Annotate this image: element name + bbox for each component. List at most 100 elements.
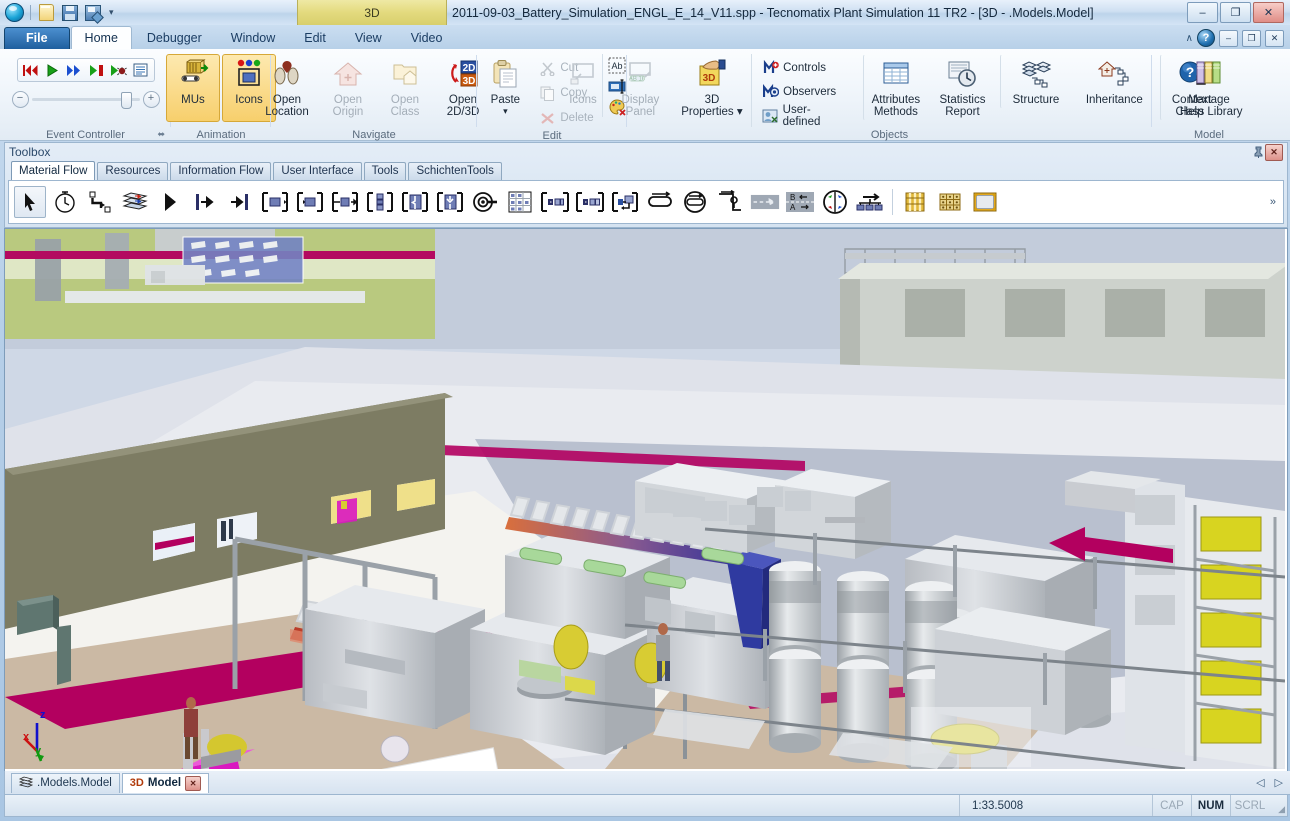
save-button[interactable] [60, 3, 79, 22]
toolbox-tab-tools[interactable]: Tools [364, 162, 407, 180]
parallel-proc-tool[interactable] [364, 186, 396, 218]
event-list-button[interactable] [131, 61, 151, 79]
ribbon-tab-view[interactable]: View [341, 27, 396, 49]
debug-bug-button[interactable] [109, 61, 129, 79]
attributes-methods-button[interactable]: AttributesMethods [863, 54, 930, 121]
document-tab-models-model[interactable]: .Models.Model [11, 773, 120, 793]
inheritance-button[interactable]: Inheritance [1074, 54, 1154, 109]
tab-nav-prev-button[interactable]: ◁ [1256, 776, 1264, 789]
sorter-tool[interactable] [539, 186, 571, 218]
single-proc-tool[interactable] [329, 186, 361, 218]
toolbox-tab-schichtentools[interactable]: SchichtenTools [408, 162, 501, 180]
toolbox-panel: Toolbox ✕ Material Flow Resources Inform… [4, 142, 1288, 228]
new-document-button[interactable] [37, 3, 56, 22]
user-defined-button[interactable]: User-defined [758, 105, 850, 127]
container-tool[interactable] [899, 186, 931, 218]
speed-increase-button[interactable]: + [143, 91, 160, 108]
controls-button[interactable]: Controls [758, 57, 850, 79]
assembly-station-tool[interactable] [399, 186, 431, 218]
two-lane-track-tool[interactable] [679, 186, 711, 218]
paste-dropdown-icon[interactable]: ▾ [503, 105, 508, 117]
close-button[interactable]: ✕ [1253, 2, 1284, 23]
mus-toggle-button[interactable]: MUs [166, 54, 220, 122]
toolbox-overflow-button[interactable]: » [1270, 196, 1278, 208]
3d-scene[interactable]: 3 Cathode Coating [5, 229, 1287, 771]
statistics-report-button[interactable]: StatisticsReport [931, 54, 994, 121]
pallet-tool[interactable] [934, 186, 966, 218]
pin-icon[interactable] [1251, 145, 1265, 159]
structure-button[interactable]: Structure [1000, 54, 1072, 109]
icons-panel-button[interactable]: Icons [556, 54, 610, 109]
toolbox-close-button[interactable]: ✕ [1265, 144, 1283, 161]
source-tool[interactable] [259, 186, 291, 218]
angular-converter-tool[interactable] [714, 186, 746, 218]
fast-forward-button[interactable] [65, 61, 85, 79]
child-restore-button[interactable]: ❐ [1242, 30, 1261, 47]
tab-nav-next-button[interactable]: ▷ [1275, 776, 1283, 789]
restore-button[interactable]: ❐ [1220, 2, 1251, 23]
open-class-button[interactable]: OpenClass [378, 54, 432, 121]
speed-knob[interactable] [121, 92, 132, 109]
qat-dropdown-icon[interactable]: ▾ [106, 7, 117, 18]
turntable-tool[interactable] [609, 186, 641, 218]
display-panel-button[interactable]: AB 10 DisplayPanel [612, 54, 669, 121]
entity-tool[interactable] [854, 186, 886, 218]
step-button[interactable] [87, 61, 107, 79]
window-tab-3d[interactable]: 3D [297, 0, 447, 25]
flow-control-tool[interactable]: BA [784, 186, 816, 218]
buffer-tool[interactable] [504, 186, 536, 218]
dismantle-station-tool[interactable] [434, 186, 466, 218]
open-origin-button[interactable]: OpenOrigin [320, 54, 376, 121]
3d-properties-button[interactable]: 3D 3DProperties ▾ [675, 54, 749, 121]
converter-tool[interactable] [749, 186, 781, 218]
store-tool[interactable] [469, 186, 501, 218]
toolbox-tab-material-flow[interactable]: Material Flow [11, 161, 95, 180]
event-controller-tool[interactable] [49, 186, 81, 218]
dialog-launcher-icon[interactable]: ⬌ [157, 127, 165, 142]
chevron-up-icon[interactable]: ∧ [1186, 33, 1193, 44]
frame-tool[interactable] [119, 186, 151, 218]
help-icon[interactable]: ? [1197, 29, 1215, 47]
line-tool[interactable] [574, 186, 606, 218]
toolbox-tool-strip: BA » [8, 180, 1284, 224]
manage-class-library-button[interactable]: ManageClass Library [1157, 54, 1261, 121]
connector-tool[interactable] [84, 186, 116, 218]
app-orb-icon[interactable] [5, 3, 24, 22]
ribbon-tab-debugger[interactable]: Debugger [133, 27, 216, 49]
transporter-tool[interactable] [969, 186, 1001, 218]
toolbox-tab-resources[interactable]: Resources [97, 162, 168, 180]
track-tool[interactable] [644, 186, 676, 218]
child-close-button[interactable]: ✕ [1265, 30, 1284, 47]
pick-and-place-tool[interactable] [819, 186, 851, 218]
start-button[interactable] [43, 61, 63, 79]
document-tab-close-button[interactable]: ✕ [185, 776, 201, 791]
open-location-button[interactable]: OpenLocation [256, 54, 318, 121]
reset-button[interactable] [21, 61, 41, 79]
entry-interface-tool[interactable] [189, 186, 221, 218]
speed-track[interactable] [32, 98, 140, 101]
resize-grip-icon[interactable]: ◢ [1269, 794, 1287, 817]
drain-tool[interactable] [294, 186, 326, 218]
ribbon-tab-edit[interactable]: Edit [290, 27, 340, 49]
minimize-button[interactable]: – [1187, 2, 1218, 23]
speed-decrease-button[interactable]: − [12, 91, 29, 108]
document-tab-3d-model[interactable]: 3D Model ✕ [122, 773, 209, 793]
paste-button[interactable]: Paste ▾ [477, 54, 533, 120]
toolbox-tab-information-flow[interactable]: Information Flow [170, 162, 271, 180]
select-pointer-tool[interactable] [14, 186, 46, 218]
speed-slider[interactable]: − + [12, 91, 160, 108]
interface-tool[interactable] [154, 186, 186, 218]
icons-panel-label: Icons [569, 94, 597, 106]
child-minimize-button[interactable]: – [1219, 30, 1238, 47]
ribbon-tab-home[interactable]: Home [71, 26, 132, 49]
3d-viewport[interactable]: 3 Cathode Coating [4, 228, 1288, 772]
observers-button[interactable]: Observers [758, 81, 850, 103]
manage-class-library-label: ManageClass Library [1175, 94, 1242, 118]
exit-interface-tool[interactable] [224, 186, 256, 218]
chevron-down-icon[interactable]: ▾ [737, 106, 743, 118]
toolbox-tab-user-interface[interactable]: User Interface [273, 162, 361, 180]
ribbon-tab-video[interactable]: Video [397, 27, 457, 49]
save-as-button[interactable] [83, 3, 102, 22]
ribbon-tab-window[interactable]: Window [217, 27, 289, 49]
ribbon-tab-file[interactable]: File [4, 27, 70, 49]
